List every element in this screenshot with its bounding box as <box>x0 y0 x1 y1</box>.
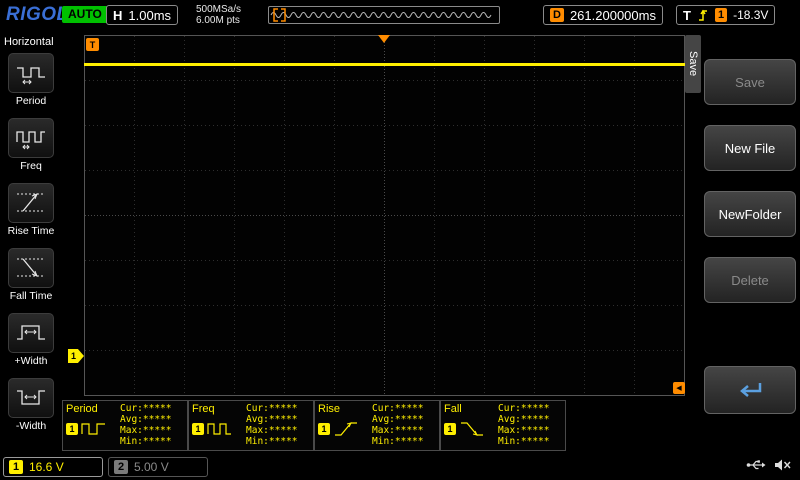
measurement-min: Min:***** <box>372 436 436 447</box>
sidebar-item-fall-time[interactable]: Fall Time <box>0 245 62 310</box>
channel-2-badge: 2 <box>114 460 128 474</box>
return-arrow-icon <box>735 379 765 401</box>
sidebar-item-label: Fall Time <box>10 290 53 302</box>
measurement-avg: Avg:***** <box>246 414 310 425</box>
sidebar-item-plus-width[interactable]: +Width <box>0 310 62 375</box>
speaker-mute-icon <box>774 458 792 472</box>
measurement-freq[interactable]: Freq 1 Cur:***** Avg:***** Max:***** Min… <box>188 400 314 451</box>
fall-time-icon <box>8 248 54 288</box>
run-status-badge: AUTO <box>62 6 108 23</box>
measurement-avg: Avg:***** <box>498 414 562 425</box>
plus-width-icon <box>8 313 54 353</box>
graticule <box>84 35 685 396</box>
sidebar-item-rise-time[interactable]: Rise Time <box>0 180 62 245</box>
source-badge: 1 <box>192 423 204 435</box>
measurement-min: Min:***** <box>498 436 562 447</box>
oscilloscope-screen: RIGOL AUTO H 1.00ms 500MSa/s 6.00M pts D… <box>0 0 800 480</box>
measurement-max: Max:***** <box>120 425 184 436</box>
ch1-level-marker[interactable]: 1 <box>68 349 84 363</box>
measurement-results-row: Period 1 Cur:***** Avg:***** Max:***** M… <box>62 400 566 452</box>
save-button[interactable]: Save <box>704 59 796 105</box>
new-file-button[interactable]: New File <box>704 125 796 171</box>
sidebar-item-period[interactable]: Period <box>0 50 62 115</box>
rising-slope-icon <box>697 8 709 22</box>
channel-2-status[interactable]: 2 5.00 V <box>108 457 208 477</box>
period-icon <box>81 419 107 439</box>
acquisition-readout: 500MSa/s 6.00M pts <box>196 4 241 26</box>
source-badge: 1 <box>444 423 456 435</box>
sidebar-item-label: Freq <box>20 160 42 172</box>
measurement-min: Min:***** <box>246 436 310 447</box>
measurement-cur: Cur:***** <box>498 403 562 414</box>
measurement-max: Max:***** <box>246 425 310 436</box>
measurement-max: Max:***** <box>498 425 562 436</box>
trigger-offscreen-marker: T <box>86 38 99 51</box>
horizontal-scale-value: 1.00ms <box>128 8 171 23</box>
back-button[interactable] <box>704 366 796 414</box>
new-folder-button[interactable]: NewFolder <box>704 191 796 237</box>
delete-button[interactable]: Delete <box>704 257 796 303</box>
ch1-waveform-trace <box>84 63 685 66</box>
measurement-cur: Cur:***** <box>120 403 184 414</box>
rise-time-icon <box>8 183 54 223</box>
measurement-cur: Cur:***** <box>372 403 436 414</box>
measure-sidebar: Horizontal Period Freq <box>0 30 62 454</box>
horizontal-scale-readout[interactable]: H 1.00ms <box>106 5 178 25</box>
measurement-min: Min:***** <box>120 436 184 447</box>
measurement-cur: Cur:***** <box>246 403 310 414</box>
trigger-source-badge: 1 <box>715 8 727 22</box>
memory-depth: 6.00M pts <box>196 15 241 26</box>
trigger-level-value: -18.3V <box>733 8 768 22</box>
sample-rate: 500MSa/s <box>196 4 241 15</box>
freq-icon <box>8 118 54 158</box>
delay-label-badge: D <box>550 8 564 22</box>
channel-1-badge: 1 <box>9 460 23 474</box>
rigol-logo: RIGOL <box>6 4 69 26</box>
preview-waveform-icon <box>269 7 499 23</box>
delay-edge-marker-icon: ◀ <box>673 382 685 394</box>
measurement-max: Max:***** <box>372 425 436 436</box>
sidebar-item-minus-width[interactable]: -Width <box>0 375 62 440</box>
usb-icon <box>746 459 766 471</box>
sidebar-item-label: Period <box>16 95 46 107</box>
minus-width-icon <box>8 378 54 418</box>
measurement-rise[interactable]: Rise 1 Cur:***** Avg:***** Max:***** Min… <box>314 400 440 451</box>
delay-readout[interactable]: D 261.200000ms <box>543 5 663 25</box>
sidebar-item-label: +Width <box>15 355 48 367</box>
channel-1-scale: 16.6 V <box>29 460 64 474</box>
trigger-readout[interactable]: T 1 -18.3V <box>676 5 775 25</box>
horizontal-label: H <box>113 8 122 23</box>
top-status-bar: RIGOL AUTO H 1.00ms 500MSa/s 6.00M pts D… <box>0 0 800 30</box>
sidebar-title: Horizontal <box>0 30 62 50</box>
sidebar-item-label: -Width <box>16 420 46 432</box>
source-badge: 1 <box>66 423 78 435</box>
delay-value: 261.200000ms <box>570 8 656 23</box>
measurement-name: Fall <box>444 403 496 415</box>
measurement-name: Period <box>66 403 118 415</box>
fall-time-icon <box>459 419 485 439</box>
freq-icon <box>207 419 233 439</box>
channel-2-scale: 5.00 V <box>134 460 169 474</box>
rise-time-icon <box>333 419 359 439</box>
sidebar-item-freq[interactable]: Freq <box>0 115 62 180</box>
period-icon <box>8 53 54 93</box>
measurement-avg: Avg:***** <box>372 414 436 425</box>
waveform-display-grid: T ◀ <box>84 35 685 396</box>
menu-tab-save: Save <box>685 35 701 93</box>
source-badge: 1 <box>318 423 330 435</box>
measurement-name: Freq <box>192 403 244 415</box>
measurement-avg: Avg:***** <box>120 414 184 425</box>
measurement-name: Rise <box>318 403 370 415</box>
measurement-fall[interactable]: Fall 1 Cur:***** Avg:***** Max:***** Min… <box>440 400 566 451</box>
channel-status-bar: 1 16.6 V 2 5.00 V <box>0 454 800 480</box>
sidebar-item-label: Rise Time <box>8 225 55 237</box>
trigger-label: T <box>683 8 691 23</box>
channel-1-status[interactable]: 1 16.6 V <box>3 457 103 477</box>
waveform-position-preview <box>268 6 500 24</box>
measurement-period[interactable]: Period 1 Cur:***** Avg:***** Max:***** M… <box>62 400 188 451</box>
trigger-position-arrow-icon[interactable] <box>378 35 390 43</box>
